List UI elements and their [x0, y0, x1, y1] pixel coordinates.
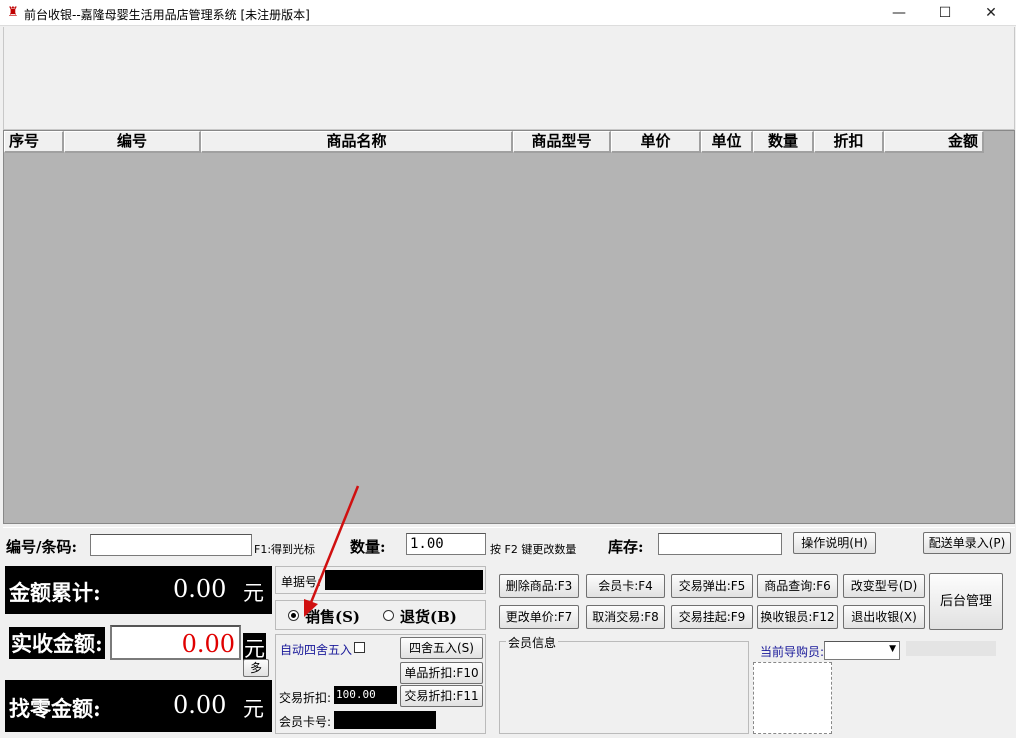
change-label: 找零金额: — [9, 696, 101, 721]
product-grid[interactable]: 序号 编号 商品名称 商品型号 单价 单位 数量 折扣 金额 — [3, 130, 1015, 524]
top-panel — [3, 27, 1015, 130]
txn-discount-button[interactable]: 交易折扣:F11 — [400, 685, 483, 707]
received-label: 实收金额: — [9, 627, 105, 659]
discount-box: 自动四舍五入 四舍五入(S) 单品折扣:F10 交易折扣: 100.00 交易折… — [275, 634, 486, 734]
maximize-button[interactable]: ☐ — [922, 0, 968, 26]
app-icon: ♜ — [7, 5, 19, 20]
close-button[interactable]: ✕ — [968, 0, 1014, 26]
delivery-entry-button[interactable]: 配送单录入(P) — [923, 532, 1011, 554]
minimize-button[interactable]: — — [876, 0, 922, 26]
guide-label: 当前导购员: — [760, 645, 825, 659]
item-discount-button[interactable]: 单品折扣:F10 — [400, 662, 483, 684]
code-label: 编号/条码: — [6, 538, 78, 556]
change-value: 0.00 — [173, 691, 227, 719]
member-info-group: 会员信息 — [499, 634, 749, 734]
member-info-legend: 会员信息 — [506, 634, 559, 651]
member-card-label: 会员卡号: — [279, 715, 332, 729]
status-field — [906, 641, 996, 656]
received-input[interactable]: 0.00 — [110, 625, 241, 660]
col-header-discount[interactable]: 折扣 — [814, 131, 884, 153]
col-header-name[interactable]: 商品名称 — [201, 131, 513, 153]
delete-item-button[interactable]: 删除商品:F3 — [499, 574, 579, 598]
auto-round-label: 自动四舍五入 — [280, 643, 353, 657]
change-price-button[interactable]: 更改单价:F7 — [499, 605, 579, 629]
received-panel: 实收金额: 0.00 元 多 — [5, 623, 272, 677]
help-button[interactable]: 操作说明(H) — [793, 532, 876, 554]
qty-input[interactable]: 1.00 — [406, 533, 486, 555]
multi-pay-button[interactable]: 多 — [243, 659, 269, 677]
total-label: 金额累计: — [9, 580, 101, 605]
total-panel: 金额累计: 0.00 元 — [5, 566, 272, 614]
col-header-qty[interactable]: 数量 — [753, 131, 814, 153]
switch-cashier-button[interactable]: 换收银员:F12 — [757, 605, 838, 629]
guide-select[interactable]: ▼ — [824, 641, 900, 660]
arrow-annotation — [304, 485, 360, 617]
exit-cashier-button[interactable]: 退出收银(X) — [843, 605, 925, 629]
change-unit: 元 — [243, 697, 264, 721]
pop-transaction-button[interactable]: 交易弹出:F5 — [671, 574, 753, 598]
product-search-button[interactable]: 商品查询:F6 — [757, 574, 838, 598]
hold-transaction-button[interactable]: 交易挂起:F9 — [671, 605, 753, 629]
col-header-model[interactable]: 商品型号 — [513, 131, 611, 153]
chevron-down-icon: ▼ — [889, 644, 896, 654]
col-header-unit[interactable]: 单位 — [701, 131, 753, 153]
auto-round-checkbox[interactable] — [354, 642, 365, 653]
return-radio-label[interactable]: 退货(B) — [400, 606, 457, 627]
round-button[interactable]: 四舍五入(S) — [400, 637, 483, 659]
grid-header: 序号 编号 商品名称 商品型号 单价 单位 数量 折扣 金额 — [4, 131, 984, 153]
change-model-button[interactable]: 改变型号(D) — [843, 574, 925, 598]
col-header-code[interactable]: 编号 — [64, 131, 201, 153]
code-input[interactable] — [90, 534, 252, 556]
return-radio[interactable] — [383, 610, 394, 621]
f2-hint: 按 F2 键更改数量 — [490, 543, 577, 556]
stock-label: 库存: — [608, 538, 644, 556]
stock-input[interactable] — [658, 533, 782, 555]
change-panel: 找零金额: 0.00 元 — [5, 680, 272, 732]
col-header-index[interactable]: 序号 — [4, 131, 64, 153]
guide-photo-box — [753, 662, 832, 734]
col-header-amount[interactable]: 金额 — [884, 131, 984, 153]
member-card-button[interactable]: 会员卡:F4 — [586, 574, 665, 598]
cancel-transaction-button[interactable]: 取消交易:F8 — [586, 605, 665, 629]
txn-discount-label: 交易折扣: — [279, 691, 332, 705]
member-card-input[interactable] — [334, 711, 436, 729]
backend-admin-button[interactable]: 后台管理 — [929, 573, 1003, 630]
total-value: 0.00 — [173, 575, 227, 603]
received-value: 0.00 — [181, 630, 235, 658]
title-bar: ♜ 前台收银--嘉隆母婴生活用品店管理系统 [未注册版本] — ☐ ✕ — [0, 0, 1016, 26]
total-unit: 元 — [243, 581, 264, 605]
col-header-price[interactable]: 单价 — [611, 131, 701, 153]
txn-discount-input[interactable]: 100.00 — [334, 686, 397, 704]
window-title: 前台收银--嘉隆母婴生活用品店管理系统 [未注册版本] — [24, 8, 310, 22]
